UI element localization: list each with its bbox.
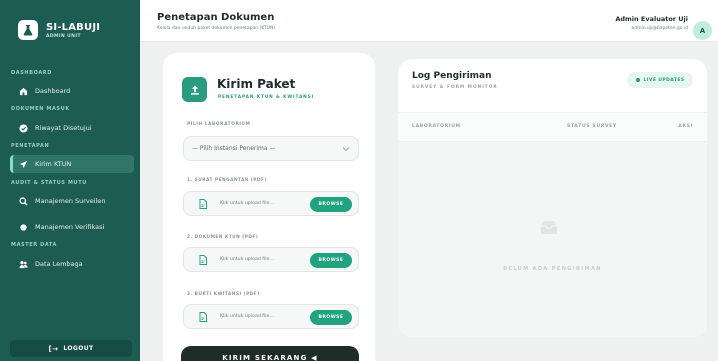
brand[interactable]: SI-LABUJI ADMIN UNIT [10,8,130,52]
app-title: SI-LABUJI [46,21,101,33]
sidebar-item-label: Data Lembaga [35,260,83,268]
upload-icon [182,77,207,102]
send-icon [18,159,28,169]
lab-select-value: — Pilih Instansi Penerima — [192,145,276,152]
sidebar-item-label: Manajemen Surveilen [35,197,106,205]
section-label-dokumen-masuk: DOKUMEN MASUK [11,106,70,112]
sidebar-item-data-lembaga[interactable]: Data Lembaga [10,255,134,273]
send-package-card: Kirim Paket PENETAPAN KTUN & KWITANSI PI… [163,53,375,361]
log-subtitle: SURVEY & FORM MONITOR [412,85,498,90]
file-placeholder: Klik untuk upload file... [220,257,274,262]
file-pdf-icon [199,254,207,265]
section-label-audit-status-mutu: AUDIT & STATUS MUTU [11,180,87,186]
sidebar-item-dashboard[interactable]: Dashboard [10,82,134,100]
browse-button[interactable]: BROWSE [310,310,352,325]
dot-icon [18,222,28,232]
log-table-header: LABORATORIUM STATUS SURVEY AKSI [398,112,707,142]
user-name: Admin Evaluator Uji [615,15,688,23]
section-label-master-data: MASTER DATA [11,242,57,248]
lab-select-label: PILIH LABORATORIUM [187,122,251,127]
search-icon [18,196,28,206]
logout-label: LOGOUT [63,345,94,352]
user-email: admin.uji@bapeten.go.id [631,26,688,31]
file-upload-bukti-kwitansi[interactable]: Klik untuk upload file... BROWSE [183,304,359,329]
sidebar-item-kirim-ktun[interactable]: Kirim KTUN [10,155,134,173]
users-icon [18,259,28,269]
page-title: Penetapan Dokumen [157,12,275,23]
sidebar-item-manajemen-verifikasi[interactable]: Manajemen Verifikasi [10,218,134,236]
form-subtitle: PENETAPAN KTUN & KWITANSI [218,95,315,100]
send-log-card: Log Pengiriman SURVEY & FORM MONITOR LIV… [398,59,707,337]
section-label-dashboard: DASHBOARD [11,70,53,76]
browse-button[interactable]: BROWSE [310,197,352,212]
sidebar-item-label: Riwayat Disetujui [35,124,92,132]
logout-button[interactable]: [→ LOGOUT [10,340,132,357]
avatar[interactable]: A [693,21,712,40]
file-placeholder: Klik untuk upload file... [220,314,274,319]
home-icon [18,86,28,96]
sidebar: SI-LABUJI ADMIN UNIT DASHBOARD Dashboard… [0,0,140,361]
sidebar-item-manajemen-surveilen[interactable]: Manajemen Surveilen [10,192,134,210]
file-label-dokumen-ktun: 2. DOKUMEN KTUN (PDF) [187,235,259,240]
log-table-body: BELUM ADA PENGIRIMAN [398,142,707,337]
lab-select[interactable]: — Pilih Instansi Penerima — [183,136,359,161]
live-dot-icon [635,78,640,82]
flask-logo-icon [18,20,38,40]
chevron-down-icon [342,147,350,152]
file-placeholder: Klik untuk upload file... [220,201,274,206]
page-subtitle: Kelola dan unduh paket dokumen penetapan… [157,26,276,31]
file-upload-surat-pengantar[interactable]: Klik untuk upload file... BROWSE [183,191,359,216]
check-circle-icon [18,123,28,133]
empty-inbox-icon [541,221,557,234]
form-title: Kirim Paket [217,77,296,91]
live-updates-label: LIVE UPDATES [643,77,685,83]
file-label-surat-pengantar: 1. SURAT PENGANTAR (PDF) [187,178,267,183]
sidebar-item-label: Dashboard [35,87,71,95]
live-updates-badge: LIVE UPDATES [627,72,693,88]
header: Penetapan Dokumen Kelola dan unduh paket… [140,0,718,42]
browse-button[interactable]: BROWSE [310,253,352,268]
column-header-status-survey: STATUS SURVEY [567,124,617,129]
section-label-penetapan: PENETAPAN [11,143,50,149]
submit-button[interactable]: KIRIM SEKARANG ◀ [181,346,359,361]
app-subtitle: ADMIN UNIT [46,33,81,39]
empty-state-text: BELUM ADA PENGIRIMAN [503,266,602,272]
sidebar-item-label: Manajemen Verifikasi [35,223,105,231]
log-title: Log Pengiriman [412,71,492,81]
file-pdf-icon [199,198,207,209]
logout-icon: [→ [48,344,59,353]
column-header-laboratorium: LABORATORIUM [412,124,461,129]
file-upload-dokumen-ktun[interactable]: Klik untuk upload file... BROWSE [183,247,359,272]
column-header-aksi: AKSI [678,124,693,129]
sidebar-item-riwayat-disetujui[interactable]: Riwayat Disetujui [10,119,134,137]
file-pdf-icon [199,311,207,322]
file-label-bukti-kwitansi: 3. BUKTI KWITANSI (PDF) [187,292,260,297]
sidebar-item-label: Kirim KTUN [35,160,72,168]
